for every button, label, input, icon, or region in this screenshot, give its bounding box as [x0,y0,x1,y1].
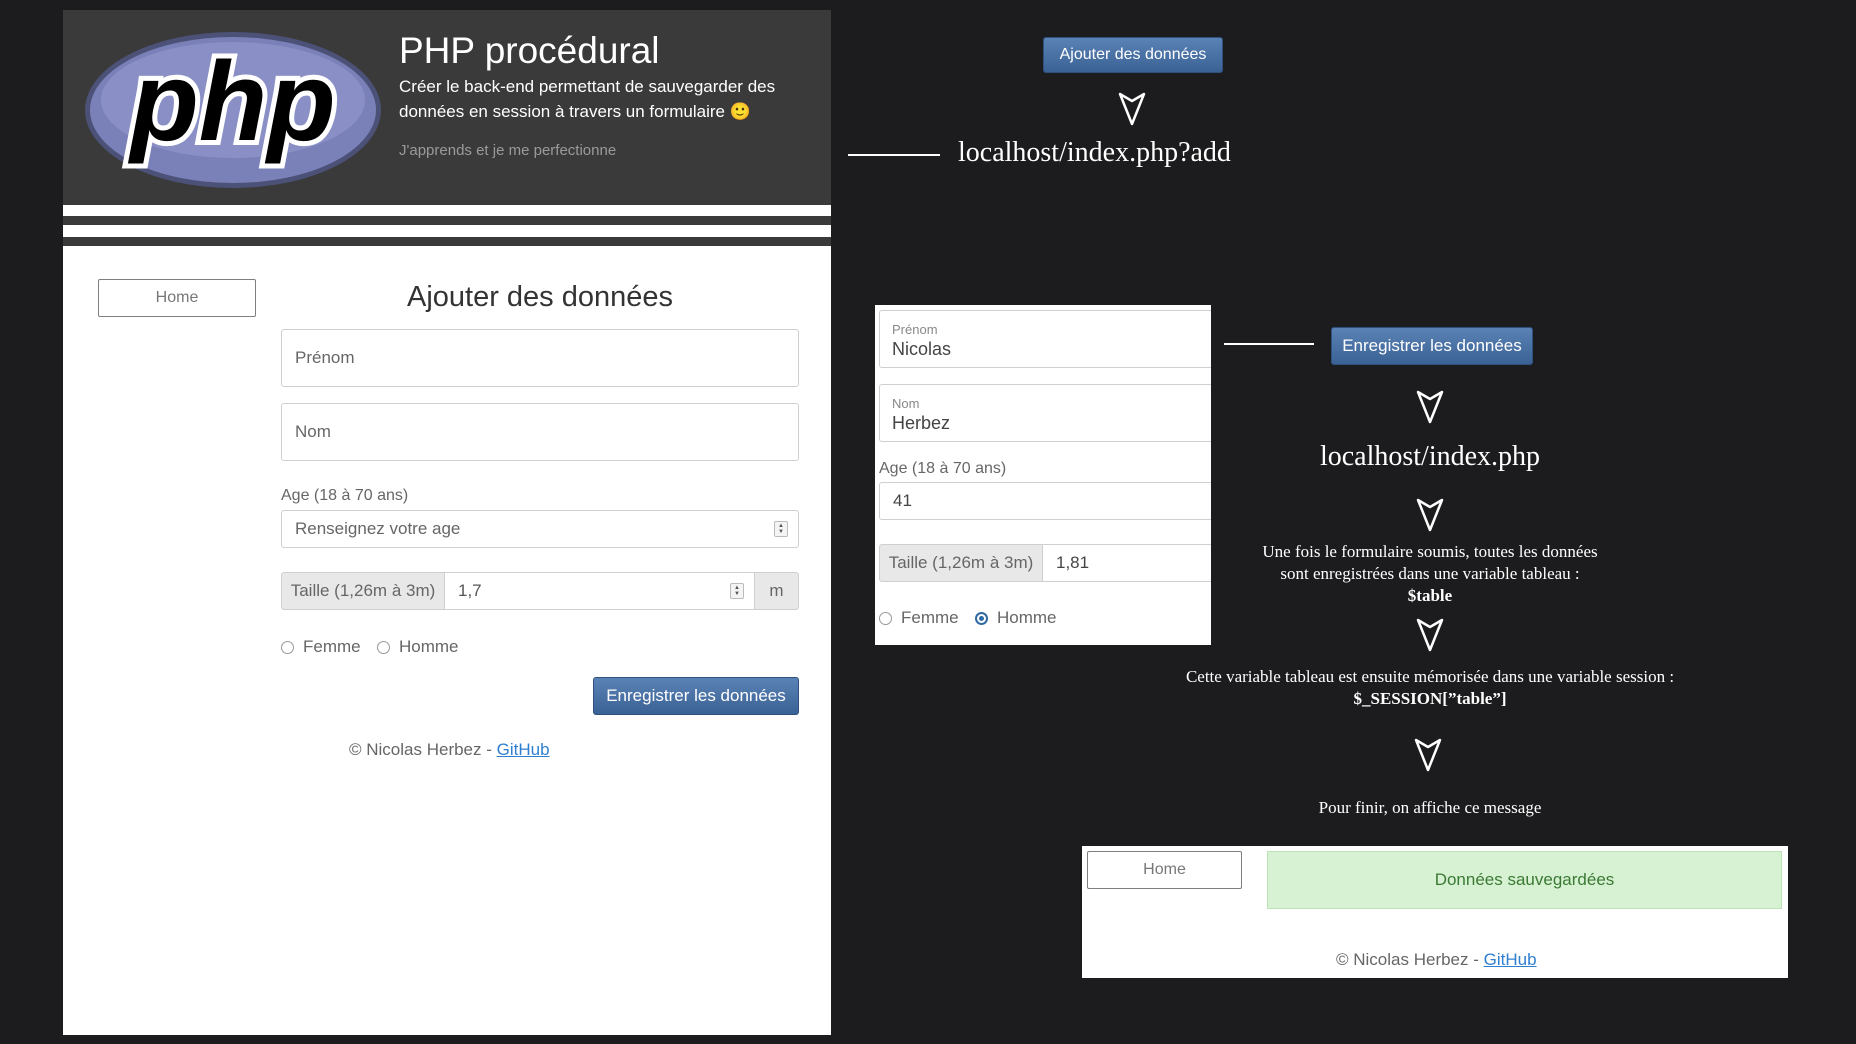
footer-copyright: © Nicolas Herbez - [1336,950,1484,969]
note-table: Une fois le formulaire soumis, toutes le… [1160,541,1700,607]
age-input[interactable]: 41 [879,482,1211,520]
nom-value: Herbez [892,413,951,433]
url-index: localhost/index.php [1319,441,1541,472]
result-panel: Home Données sauvegardées © Nicolas Herb… [1082,846,1788,978]
radio-homme[interactable]: Homme [377,637,459,657]
page-title: PHP procédural [399,30,660,71]
prenom-field[interactable]: Prénom Nicolas [879,310,1211,368]
footer-copyright: © Nicolas Herbez - [349,740,497,759]
arrow-down-icon [1416,498,1444,532]
url-add: localhost/index.php?add [958,137,1231,168]
radio-label: Homme [997,608,1057,627]
note-final: Pour finir, on affiche ce message [1318,798,1542,817]
home-button[interactable]: Home [1087,851,1242,889]
age-label: Age (18 à 70 ans) [281,487,409,504]
prenom-value: Nicolas [892,339,952,359]
radio-femme[interactable]: Femme [879,608,959,628]
age-input[interactable]: Renseignez votre age ▲ ▼ [281,510,799,548]
radio-icon[interactable] [281,640,294,654]
php-logo-text: php [127,39,335,164]
app-window: php php PHP procédural Créer le back-end… [63,10,831,1035]
radio-label: Femme [901,608,959,627]
header-stripe [63,237,831,246]
note-table-var: $table [1407,586,1453,605]
taille-addon: Taille (1,26m à 3m) [879,544,1043,582]
note-session-line1: Cette variable tableau est ensuite mémor… [1185,667,1675,686]
note-session-var: $_SESSION[”table”] [1353,689,1507,708]
add-data-button[interactable]: Ajouter des données [1043,37,1223,73]
header-stripe [63,216,831,225]
page-description: Créer le back-end permettant de sauvegar… [399,77,776,121]
php-logo: php php [85,32,381,188]
save-data-button[interactable]: Enregistrer les données [1331,327,1533,365]
taille-addon: Taille (1,26m à 3m) [281,572,445,610]
arrow-down-icon [1414,738,1442,772]
note-session: Cette variable tableau est ensuite mémor… [1130,666,1730,710]
arrow-down-icon [1416,390,1444,424]
radio-icon[interactable] [377,640,390,654]
prenom-input[interactable]: Prénom [281,329,799,387]
age-placeholder: Renseignez votre age [295,519,461,538]
radio-icon[interactable] [879,611,892,625]
connector-line [1224,343,1314,345]
form-title: Ajouter des données [406,281,674,313]
nom-input[interactable]: Nom [281,403,799,461]
taille-input[interactable]: 1,7 ▲ ▼ [444,572,755,610]
taille-unit: m [754,572,799,610]
radio-checked-icon[interactable] [975,611,988,625]
age-label: Age (18 à 70 ans) [879,460,1007,477]
github-link[interactable]: GitHub [1484,950,1537,969]
connector-line [848,154,940,156]
stepper-icon[interactable]: ▲ ▼ [730,583,744,599]
arrow-down-icon [1416,618,1444,652]
github-link[interactable]: GitHub [497,740,550,759]
nom-field[interactable]: Nom Herbez [879,384,1211,442]
success-alert: Données sauvegardées [1267,851,1782,909]
radio-label: Femme [303,637,361,656]
home-button[interactable]: Home [98,279,256,317]
prenom-label: Prénom [892,322,938,337]
note-table-line1: Une fois le formulaire soumis, toutes le… [1262,542,1598,561]
save-button[interactable]: Enregistrer les données [593,677,799,715]
radio-label: Homme [399,637,459,656]
footer: © Nicolas Herbez - GitHub [1336,950,1537,970]
note-table-line2: sont enregistrées dans une variable tabl… [1280,564,1580,583]
radio-femme[interactable]: Femme [281,637,361,657]
stepper-icon[interactable]: ▲ ▼ [774,521,788,537]
taille-value: 1,7 [458,581,482,600]
radio-homme[interactable]: Homme [975,608,1057,628]
arrow-down-icon [1118,92,1146,126]
page-motto: J'apprends et je me perfectionne [399,142,617,159]
footer: © Nicolas Herbez - GitHub [349,740,550,760]
nom-label: Nom [892,396,920,411]
